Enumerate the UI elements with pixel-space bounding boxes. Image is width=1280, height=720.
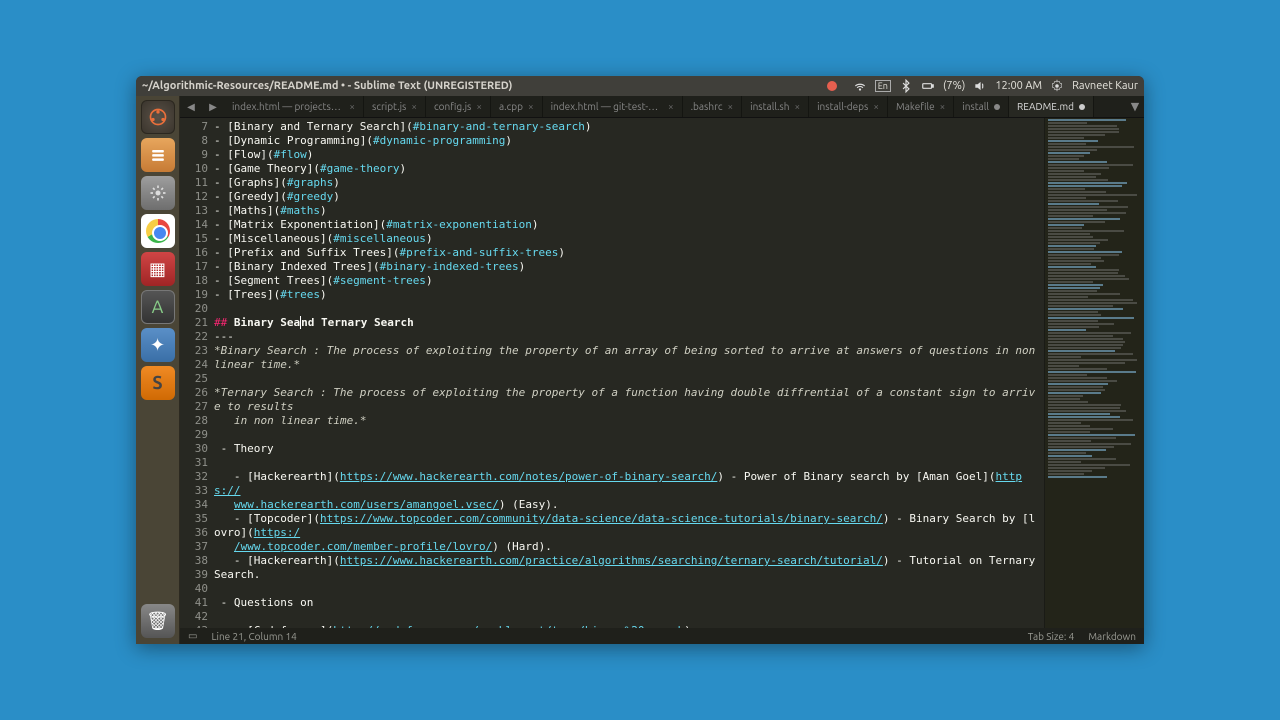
tab-close-icon[interactable]: × bbox=[940, 101, 946, 112]
battery-icon[interactable] bbox=[921, 79, 935, 93]
tab[interactable]: index.html — projects/ml/imagr × bbox=[224, 96, 364, 117]
launcher-blueapp-icon[interactable]: ✦ bbox=[141, 328, 175, 362]
tab-label: Makefile bbox=[896, 101, 935, 112]
sublime-editor: ◀ ▶ index.html — projects/ml/imagr×scrip… bbox=[180, 96, 1144, 644]
tab-overflow-icon[interactable]: ▼ bbox=[1126, 96, 1144, 117]
launcher-settings-icon[interactable] bbox=[141, 176, 175, 210]
nav-forward-icon[interactable]: ▶ bbox=[202, 96, 224, 117]
tab-close-icon[interactable]: × bbox=[668, 101, 674, 112]
tab-label: install.sh bbox=[750, 101, 789, 112]
tab[interactable]: install-deps × bbox=[809, 96, 888, 117]
tab[interactable]: install.sh × bbox=[742, 96, 809, 117]
clock[interactable]: 12:00 AM bbox=[995, 80, 1042, 92]
volume-icon[interactable] bbox=[973, 79, 987, 93]
tab[interactable]: install bbox=[954, 96, 1009, 117]
tab-close-icon[interactable]: × bbox=[528, 101, 534, 112]
line-gutter: 7891011121314151617181920212223242526272… bbox=[180, 118, 214, 628]
tab-dirty-icon[interactable] bbox=[994, 104, 1000, 110]
gear-icon[interactable] bbox=[1050, 79, 1064, 93]
minimap[interactable] bbox=[1044, 118, 1144, 628]
tab-close-icon[interactable]: × bbox=[476, 101, 482, 112]
tab-label: index.html — git-test-project bbox=[551, 101, 663, 112]
tab-label: index.html — projects/ml/imagr bbox=[232, 101, 344, 112]
status-switch-icon[interactable]: ▭ bbox=[188, 630, 197, 642]
tab-label: install bbox=[962, 101, 989, 112]
launcher-updater-icon[interactable]: A bbox=[141, 290, 175, 324]
tab[interactable]: script.js × bbox=[364, 96, 426, 117]
launcher-dash-icon[interactable] bbox=[141, 100, 175, 134]
status-tabsize[interactable]: Tab Size: 4 bbox=[1028, 631, 1075, 642]
tab[interactable]: README.md bbox=[1009, 96, 1094, 117]
status-syntax[interactable]: Markdown bbox=[1088, 631, 1136, 642]
launcher: ▦ A ✦ S 🗑 bbox=[136, 96, 180, 644]
launcher-files-icon[interactable] bbox=[141, 138, 175, 172]
language-indicator[interactable]: En bbox=[875, 80, 891, 92]
launcher-sublime-icon[interactable]: S bbox=[141, 366, 175, 400]
user-name[interactable]: Ravneet Kaur bbox=[1072, 80, 1138, 92]
tab-label: README.md bbox=[1017, 101, 1074, 112]
code-view[interactable]: - [Binary and Ternary Search](#binary-an… bbox=[214, 118, 1044, 628]
system-menubar: En (7%) 12:00 AM Ravneet Kaur bbox=[827, 79, 1138, 93]
close-icon[interactable] bbox=[827, 81, 837, 91]
tab-bar: ◀ ▶ index.html — projects/ml/imagr×scrip… bbox=[180, 96, 1144, 118]
tab-close-icon[interactable]: × bbox=[349, 101, 355, 112]
titlebar[interactable]: ~/Algorithmic-Resources/README.md • - Su… bbox=[136, 76, 1144, 96]
status-bar: ▭ Line 21, Column 14 Tab Size: 4 Markdow… bbox=[180, 628, 1144, 644]
tab-close-icon[interactable]: × bbox=[794, 101, 800, 112]
window-title: ~/Algorithmic-Resources/README.md • - Su… bbox=[142, 80, 512, 92]
battery-percent: (7%) bbox=[943, 80, 965, 92]
wifi-icon[interactable] bbox=[853, 79, 867, 93]
tab[interactable]: a.cpp × bbox=[491, 96, 543, 117]
tab[interactable]: Makefile × bbox=[888, 96, 954, 117]
tab-close-icon[interactable]: × bbox=[873, 101, 879, 112]
tab-label: config.js bbox=[434, 101, 471, 112]
editor-area: 7891011121314151617181920212223242526272… bbox=[180, 118, 1144, 628]
tab[interactable]: index.html — git-test-project × bbox=[543, 96, 683, 117]
tab-label: .bashrc bbox=[691, 101, 723, 112]
launcher-redapp-icon[interactable]: ▦ bbox=[141, 252, 175, 286]
tab-close-icon[interactable]: × bbox=[728, 101, 734, 112]
launcher-chrome-icon[interactable] bbox=[141, 214, 175, 248]
nav-back-icon[interactable]: ◀ bbox=[180, 96, 202, 117]
tab-label: a.cpp bbox=[499, 101, 523, 112]
tab-close-icon[interactable]: × bbox=[411, 101, 417, 112]
tab[interactable]: config.js × bbox=[426, 96, 491, 117]
tab-dirty-icon[interactable] bbox=[1079, 104, 1085, 110]
bluetooth-icon[interactable] bbox=[899, 79, 913, 93]
tab-label: script.js bbox=[372, 101, 406, 112]
status-linecol[interactable]: Line 21, Column 14 bbox=[211, 631, 296, 642]
tab[interactable]: .bashrc × bbox=[683, 96, 743, 117]
launcher-trash-icon[interactable]: 🗑 bbox=[141, 604, 175, 638]
tab-label: install-deps bbox=[817, 101, 868, 112]
